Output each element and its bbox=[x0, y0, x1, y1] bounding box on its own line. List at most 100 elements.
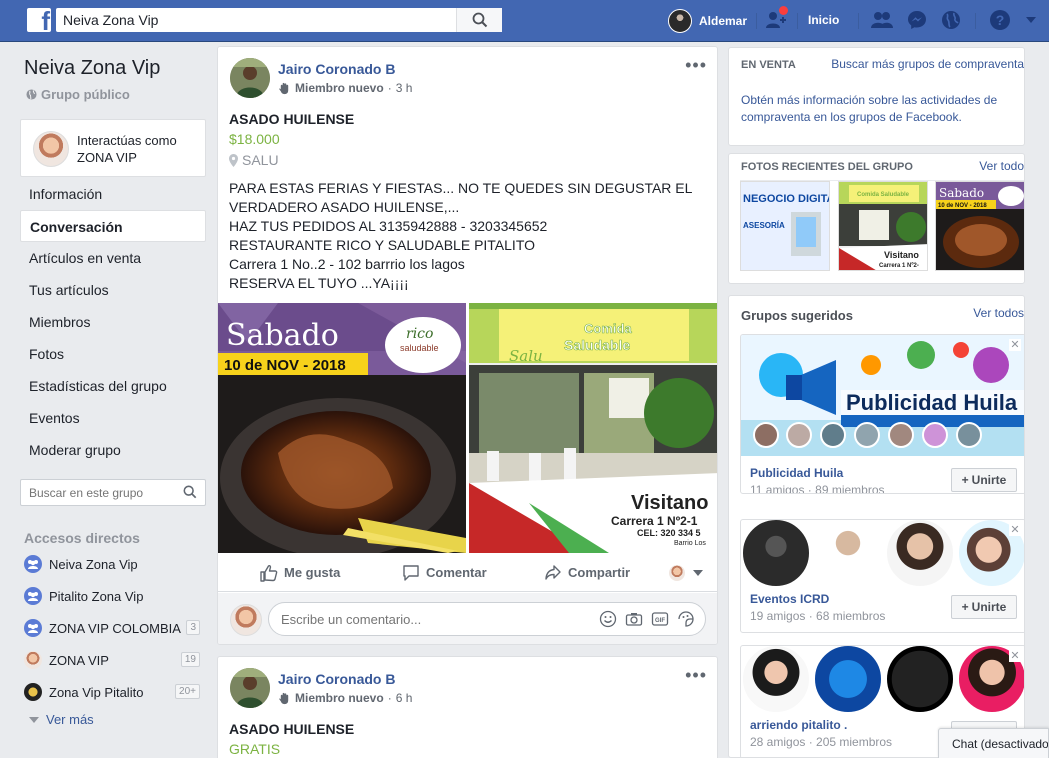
join-group-button[interactable]: +Unirte bbox=[951, 468, 1017, 492]
emoji-icon[interactable] bbox=[599, 610, 617, 628]
group-cover-photo[interactable]: Publicidad Huila bbox=[741, 335, 1024, 456]
photo-logo-bottom: saludable bbox=[400, 343, 439, 353]
gif-icon[interactable]: GIF bbox=[651, 610, 669, 628]
nav-item-moderar-grupo[interactable]: Moderar grupo bbox=[20, 434, 206, 466]
recent-photos-card: FOTOS RECIENTES DEL GRUPO Ver todo NEGOC… bbox=[728, 153, 1025, 284]
nav-item-informacion[interactable]: Información bbox=[20, 178, 206, 210]
suggested-group-members: 28 amigos · 205 miembros bbox=[750, 735, 893, 749]
post-author-link[interactable]: Jairo Coronado B bbox=[278, 61, 395, 77]
join-group-button[interactable]: +Unirte bbox=[951, 595, 1017, 619]
svg-text:?: ? bbox=[996, 12, 1005, 28]
search-input[interactable] bbox=[56, 8, 456, 32]
thumb-address: Carrera 1 Nº2- bbox=[879, 263, 919, 269]
group-cover-photo[interactable] bbox=[741, 646, 1024, 714]
comment-input[interactable] bbox=[269, 603, 589, 635]
avatar bbox=[668, 9, 692, 33]
group-search-input[interactable] bbox=[21, 480, 171, 505]
nav-item-conversacion[interactable]: Conversación bbox=[20, 210, 206, 242]
shortcut-pitalito-zona-vip[interactable]: Pitalito Zona Vip bbox=[24, 586, 204, 606]
author-avatar[interactable] bbox=[230, 58, 270, 98]
search-icon[interactable] bbox=[183, 485, 197, 499]
search-icon bbox=[472, 12, 487, 28]
facebook-logo-icon[interactable]: f bbox=[27, 8, 51, 32]
post-time[interactable]: 3 h bbox=[396, 81, 413, 95]
messenger-icon bbox=[908, 11, 926, 29]
notifications-button[interactable] bbox=[940, 9, 962, 31]
see-all-groups-link[interactable]: Ver todos bbox=[973, 306, 1024, 320]
chevron-down-icon bbox=[29, 716, 39, 723]
shortcut-count: 19 bbox=[180, 652, 200, 667]
shortcut-zona-vip-colombia[interactable]: ZONA VIP COLOMBIA 3 bbox=[24, 618, 204, 638]
post-time[interactable]: 6 h bbox=[396, 691, 413, 705]
sign-top: Comida bbox=[584, 321, 632, 336]
shortcut-zona-vip[interactable]: ZONA VIP 19 bbox=[24, 650, 204, 670]
sign-salu: Salu bbox=[509, 347, 543, 365]
suggested-groups-header: Grupos sugeridos bbox=[741, 308, 853, 323]
author-avatar[interactable] bbox=[230, 668, 270, 708]
feed-post: Jairo Coronado B Miembro nuevo · 6 h •••… bbox=[217, 656, 718, 758]
nav-item-miembros[interactable]: Miembros bbox=[20, 306, 206, 338]
post-meta: Miembro nuevo · 6 h bbox=[278, 691, 412, 705]
like-button[interactable]: Me gusta bbox=[260, 564, 340, 582]
thumb-text: Sabado bbox=[939, 186, 984, 200]
friend-requests-button[interactable] bbox=[871, 9, 893, 31]
like-label: Me gusta bbox=[284, 565, 341, 580]
sale-info-text[interactable]: Obtén más información sobre las activida… bbox=[741, 92, 1024, 126]
suggested-group-name[interactable]: arriendo pitalito . bbox=[750, 718, 847, 732]
suggested-group-name[interactable]: Eventos ICRD bbox=[750, 592, 829, 606]
chat-bar[interactable]: Chat (desactivado) bbox=[938, 728, 1049, 758]
nav-item-articulos-en-venta[interactable]: Artículos en venta bbox=[20, 242, 206, 274]
sticker-icon[interactable] bbox=[677, 610, 695, 628]
share-button[interactable]: Compartir bbox=[544, 564, 630, 582]
find-friends-button[interactable] bbox=[765, 6, 788, 31]
more-options-icon[interactable]: ••• bbox=[685, 666, 707, 684]
see-all-photos-link[interactable]: Ver todo bbox=[979, 159, 1024, 173]
nav-item-estadisticas[interactable]: Estadísticas del grupo bbox=[20, 370, 206, 402]
post-as-selector[interactable] bbox=[669, 565, 703, 581]
recent-photo-1[interactable]: NEGOCIO DIGITAL ASESORÍA bbox=[740, 181, 830, 271]
shortcut-neiva-zona-vip[interactable]: Neiva Zona Vip bbox=[24, 554, 204, 574]
post-photo-restaurant[interactable]: Comida Saludable Salu Visitano Carrera 1… bbox=[469, 303, 717, 553]
post-photo-asado[interactable]: Sabado 10 de NOV - 2018 rico saludable bbox=[218, 303, 466, 553]
camera-icon[interactable] bbox=[625, 610, 643, 628]
svg-text:GIF: GIF bbox=[655, 618, 665, 624]
see-more-shortcuts[interactable]: Ver más bbox=[28, 712, 94, 727]
shortcut-zona-vip-pitalito[interactable]: Zona Vip Pitalito 20+ bbox=[24, 682, 204, 702]
home-link[interactable]: Inicio bbox=[808, 13, 839, 27]
feed-post: Jairo Coronado B Miembro nuevo · 3 h •••… bbox=[217, 46, 718, 645]
shortcut-label: ZONA VIP COLOMBIA bbox=[49, 620, 181, 636]
suggested-group-card: Publicidad Huila ✕ Publicidad Huila 11 a… bbox=[740, 334, 1024, 494]
comment-button[interactable]: Comentar bbox=[402, 564, 487, 582]
group-cover-photo[interactable] bbox=[741, 520, 1024, 588]
help-button[interactable]: ? bbox=[989, 9, 1011, 31]
thumb-sign: Comida Saludable bbox=[857, 192, 910, 198]
page-avatar bbox=[33, 131, 69, 167]
dismiss-close-icon[interactable]: ✕ bbox=[1009, 650, 1021, 662]
globe-icon bbox=[942, 11, 960, 29]
nav-item-eventos[interactable]: Eventos bbox=[20, 402, 206, 434]
comment-label: Comentar bbox=[426, 565, 487, 580]
dismiss-close-icon[interactable]: ✕ bbox=[1009, 524, 1021, 536]
account-menu-button[interactable] bbox=[1020, 9, 1042, 31]
top-navigation-bar: f Aldemar Inicio ? bbox=[0, 0, 1049, 42]
recent-photo-3[interactable]: Sabado 10 de NOV - 2018 bbox=[935, 181, 1024, 271]
more-options-icon[interactable]: ••• bbox=[685, 56, 707, 74]
banner-text: Publicidad Huila bbox=[846, 390, 1018, 415]
post-author-link[interactable]: Jairo Coronado B bbox=[278, 671, 395, 687]
search-button[interactable] bbox=[456, 8, 502, 32]
photo-date: 10 de NOV - 2018 bbox=[224, 357, 346, 374]
suggested-group-name[interactable]: Publicidad Huila bbox=[750, 466, 843, 480]
messenger-button[interactable] bbox=[906, 9, 928, 31]
listing-title: ASADO HUILENSE bbox=[229, 111, 355, 127]
nav-item-tus-articulos[interactable]: Tus artículos bbox=[20, 274, 206, 306]
photo-heading: Sabado bbox=[226, 318, 339, 353]
interacting-as-card[interactable]: Interactúas como ZONA VIP bbox=[20, 119, 206, 177]
recent-photos-header: FOTOS RECIENTES DEL GRUPO bbox=[741, 161, 913, 173]
sale-header: EN VENTA bbox=[741, 59, 796, 71]
find-sale-groups-link[interactable]: Buscar más grupos de compraventa bbox=[831, 57, 1024, 71]
recent-photo-2[interactable]: Comida Saludable Visitano Carrera 1 Nº2- bbox=[838, 181, 928, 271]
profile-link[interactable]: Aldemar bbox=[668, 8, 747, 34]
group-title[interactable]: Neiva Zona Vip bbox=[24, 57, 160, 80]
nav-item-fotos[interactable]: Fotos bbox=[20, 338, 206, 370]
dismiss-close-icon[interactable]: ✕ bbox=[1009, 339, 1021, 351]
